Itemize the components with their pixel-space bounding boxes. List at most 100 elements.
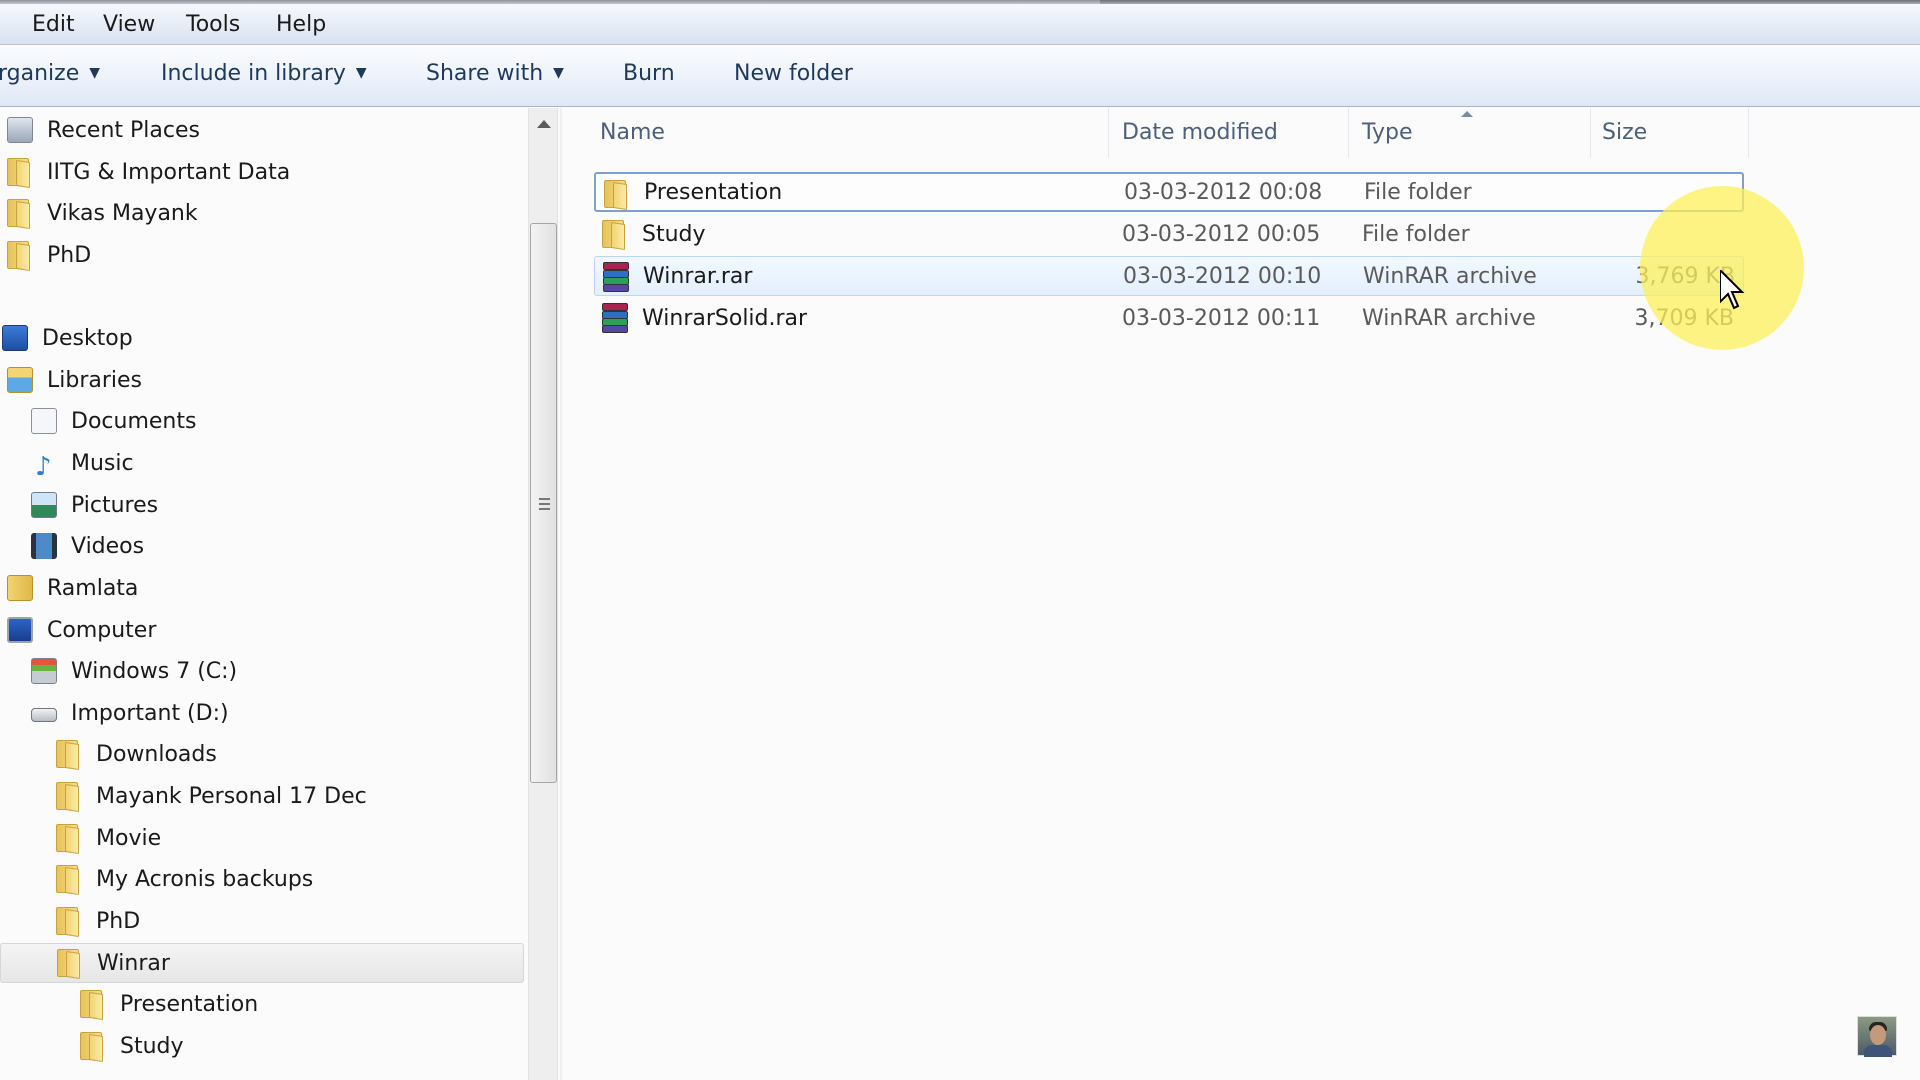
nav-item[interactable]: Libraries [0,360,524,400]
documents-icon [29,406,59,436]
menu-edit[interactable]: Edit [32,12,75,37]
nav-item[interactable]: Winrar [0,943,524,983]
column-separator[interactable] [1348,108,1349,158]
menu-bar: Edit View Tools Help [0,4,1920,45]
nav-item[interactable]: PhD [0,901,524,941]
folder-icon [5,240,35,271]
burn-button[interactable]: Burn [623,61,675,86]
file-type: WinRAR archive [1362,305,1536,331]
menu-help[interactable]: Help [276,12,326,37]
chevron-down-icon: ▼ [89,65,101,81]
column-separator[interactable] [1108,108,1109,158]
column-separator[interactable] [1590,108,1591,158]
nav-item[interactable]: Ramlata [0,568,524,608]
column-header-date-modified[interactable]: Date modified [1122,120,1278,145]
nav-item[interactable]: IITG & Important Data [0,152,524,192]
file-size: 3,709 KB [1634,305,1735,331]
menu-view[interactable]: View [103,12,155,37]
libraries-icon [5,365,35,395]
winrar-archive-icon [601,262,631,292]
file-row[interactable]: Study 03-03-2012 00:05 File folder [594,214,1744,254]
webcam-shirt [1864,1045,1892,1057]
pictures-icon [29,490,59,520]
include-in-library-button[interactable]: Include in library ▼ [161,61,367,86]
nav-item[interactable]: Movie [0,818,524,858]
chevron-down-icon: ▼ [553,65,564,81]
file-row[interactable]: Presentation 03-03-2012 00:08 File folder [594,172,1744,212]
include-in-library-label: Include in library [161,61,346,86]
videos-icon [31,533,57,559]
organize-label: rganize [0,61,80,86]
computer-icon [5,615,35,645]
nav-item-label: My Acronis backups [96,866,314,892]
nav-item-label: IITG & Important Data [47,159,291,185]
webcam-face [1870,1025,1886,1045]
nav-item[interactable]: My Acronis backups [0,859,524,899]
nav-item-label: Desktop [42,325,133,351]
winrar-archive-icon [600,303,630,333]
file-size: 3,769 KB [1635,263,1736,289]
scrollbar-thumb[interactable] [530,223,557,783]
nav-item-label: PhD [47,242,92,268]
folder-icon [54,739,84,770]
nav-item[interactable]: ♪ Music [0,443,524,483]
nav-item[interactable]: Windows 7 (C:) [0,651,524,691]
file-list: Name Date modified Type Size Presentatio… [562,108,1920,1080]
column-header-name[interactable]: Name [600,120,665,145]
nav-item[interactable]: Desktop [0,318,524,358]
scroll-up-arrow-icon[interactable] [537,120,551,128]
recent-places-icon [5,115,35,145]
nav-item[interactable]: Important (D:) [0,693,524,733]
nav-item[interactable]: Study [0,1026,524,1066]
nav-item[interactable]: Presentation [0,984,524,1024]
organize-button[interactable]: rganize ▼ [0,61,100,86]
nav-item-label: Documents [71,408,197,434]
nav-item[interactable]: Videos [0,526,524,566]
file-row[interactable]: Winrar.rar 03-03-2012 00:10 WinRAR archive… [594,256,1744,296]
documents-icon [31,408,57,434]
menu-tools[interactable]: Tools [186,12,240,37]
sort-ascending-icon [1461,111,1473,117]
libraries-icon [7,367,33,393]
folder-icon [54,823,84,854]
nav-item[interactable]: Vikas Mayank [0,193,524,233]
nav-item-label: Presentation [120,991,259,1017]
folder-icon [602,179,632,210]
nav-item-label: Winrar [97,950,170,976]
nav-item[interactable]: Computer [0,610,524,650]
file-type: WinRAR archive [1363,263,1537,289]
file-name: Study [642,221,706,247]
column-separator[interactable] [1748,108,1749,158]
nav-item[interactable]: Recent Places [0,110,524,150]
nav-item-label: Libraries [47,367,143,393]
navigation-pane: Recent Places IITG & Important Data Vikas … [0,108,528,1080]
nav-item[interactable]: PhD [0,235,524,275]
nav-item[interactable]: Mayank Personal 17 Dec [0,776,524,816]
share-with-label: Share with [426,61,544,86]
column-header-type[interactable]: Type [1362,120,1413,145]
file-type: File folder [1362,221,1470,247]
nav-item[interactable]: Documents [0,401,524,441]
pictures-icon [31,492,57,518]
new-folder-button[interactable]: New folder [734,61,853,86]
nav-item-label: PhD [96,908,141,934]
system-drive-icon [29,656,59,686]
column-header-size[interactable]: Size [1602,120,1647,145]
desktop-icon [0,323,30,353]
nav-item-label: Pictures [71,492,159,518]
file-date-modified: 03-03-2012 00:05 [1122,221,1321,247]
nav-item-label: Study [120,1033,184,1059]
nav-item[interactable]: Pictures [0,485,524,525]
nav-item[interactable]: Downloads [0,734,524,774]
nav-item-label: Recent Places [47,117,200,143]
command-bar: rganize ▼ Include in library ▼ Share with ▼… [0,45,1920,107]
videos-icon [29,531,59,561]
computer-icon [7,617,33,643]
nav-item-label: Music [71,450,134,476]
file-row[interactable]: WinrarSolid.rar 03-03-2012 00:11 WinRAR ar… [594,298,1744,338]
scroll-grip-icon [539,498,550,510]
share-with-button[interactable]: Share with ▼ [426,61,564,86]
chevron-down-icon: ▼ [355,65,367,81]
nav-scrollbar[interactable] [528,108,558,1080]
desktop-icon [2,325,28,351]
